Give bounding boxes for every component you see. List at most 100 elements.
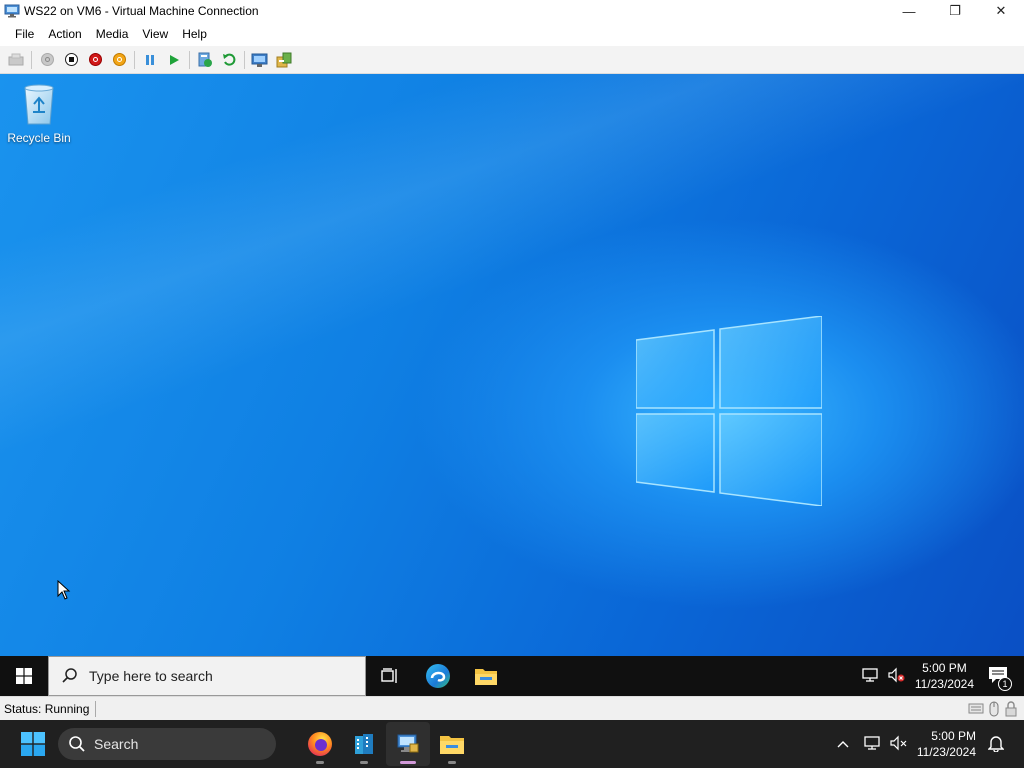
host-volume-muted-icon[interactable] [889, 735, 907, 754]
ctrl-alt-del-icon [8, 53, 24, 65]
notification-count: 1 [998, 676, 1012, 691]
menu-media[interactable]: Media [89, 22, 136, 46]
windows11-icon [21, 732, 45, 756]
host-date: 11/23/2024 [916, 745, 976, 759]
toolbar [0, 46, 1024, 74]
window-controls: — ❐ ✕ [886, 0, 1024, 22]
resume-button[interactable] [162, 49, 186, 71]
host-network-icon[interactable] [863, 735, 881, 754]
firefox-button[interactable] [298, 722, 342, 766]
menu-action[interactable]: Action [41, 22, 88, 46]
mouse-cursor-icon [57, 580, 71, 600]
network-icon[interactable] [861, 667, 879, 686]
guest-taskbar: Type here to search 5:00 PM 11/23/2024 1 [0, 656, 1024, 696]
vm-connection-taskbar-button[interactable] [386, 722, 430, 766]
host-search-label: Search [94, 736, 139, 752]
chevron-up-icon [837, 741, 849, 748]
host-system-tray: 5:00 PM 11/23/2024 [837, 720, 1024, 768]
turn-off-icon [64, 53, 78, 66]
restore-button[interactable]: ❐ [932, 0, 978, 22]
mouse-icon [989, 701, 999, 717]
keyboard-icon [968, 703, 984, 714]
vm-connection-icon [397, 734, 419, 753]
pause-icon [146, 54, 154, 65]
turn-off-button[interactable] [59, 49, 83, 71]
checkpoint-icon [198, 52, 212, 67]
enhanced-session-button[interactable] [248, 49, 272, 71]
guest-search-placeholder: Type here to search [89, 668, 213, 684]
revert-button[interactable] [217, 49, 241, 71]
running-indicator [316, 761, 324, 764]
status-icons [968, 701, 1018, 717]
pause-button[interactable] [138, 49, 162, 71]
server-manager-button[interactable] [342, 722, 386, 766]
host-file-explorer-button[interactable] [430, 722, 474, 766]
host-search-box[interactable]: Search [58, 728, 276, 760]
start-button[interactable] [35, 49, 59, 71]
window-title: WS22 on VM6 - Virtual Machine Connection [24, 4, 259, 18]
running-indicator [448, 761, 456, 764]
share-icon [276, 52, 292, 67]
guest-desktop[interactable]: Recycle Bin [0, 74, 1024, 656]
vm-connection-icon [4, 4, 20, 18]
host-notification-button[interactable] [987, 734, 1005, 755]
bell-icon [987, 735, 1005, 753]
resume-icon [170, 54, 179, 65]
enhanced-session-icon [251, 53, 268, 67]
active-indicator [400, 761, 416, 764]
checkpoint-button[interactable] [193, 49, 217, 71]
toolbar-separator [31, 50, 32, 69]
menu-help[interactable]: Help [175, 22, 214, 46]
task-view-icon [381, 668, 397, 683]
menu-view[interactable]: View [135, 22, 175, 46]
running-indicator [360, 761, 368, 764]
status-text: Status: Running [0, 700, 97, 717]
shut-down-button[interactable] [83, 49, 107, 71]
firefox-icon [308, 732, 332, 756]
guest-start-button[interactable] [0, 656, 48, 696]
menu-file[interactable]: File [8, 22, 41, 46]
revert-icon [223, 53, 236, 66]
task-view-button[interactable] [366, 656, 414, 696]
guest-time: 5:00 PM [922, 661, 967, 675]
folder-icon [440, 736, 464, 754]
save-state-icon [112, 53, 126, 66]
search-icon [62, 668, 77, 683]
host-taskbar: Search 5:00 PM 11/23/2024 [0, 720, 1024, 768]
status-bar: Status: Running [0, 696, 1024, 720]
guest-search-box[interactable]: Type here to search [48, 656, 366, 696]
volume-muted-icon[interactable] [887, 667, 905, 686]
recycle-bin-shortcut[interactable]: Recycle Bin [6, 82, 72, 145]
host-clock[interactable]: 5:00 PM 11/23/2024 [917, 728, 976, 760]
guest-edge-button[interactable] [414, 656, 462, 696]
wallpaper-light-beam [0, 74, 1024, 656]
windows-icon [16, 668, 32, 684]
notification-center-button[interactable]: 1 [988, 666, 1012, 691]
recycle-bin-label: Recycle Bin [7, 131, 71, 145]
guest-system-tray: 5:00 PM 11/23/2024 1 [861, 656, 1024, 696]
ctrl-alt-del-button[interactable] [4, 49, 28, 71]
title-bar[interactable]: WS22 on VM6 - Virtual Machine Connection… [0, 0, 1024, 22]
windows-logo-wallpaper [636, 316, 822, 506]
save-state-button[interactable] [107, 49, 131, 71]
menu-bar: File Action Media View Help [0, 22, 1024, 46]
guest-clock[interactable]: 5:00 PM 11/23/2024 [915, 660, 974, 692]
edge-icon [426, 664, 450, 688]
search-icon [69, 736, 85, 752]
close-button[interactable]: ✕ [978, 0, 1024, 22]
toolbar-separator [244, 50, 245, 69]
start-icon [40, 53, 54, 66]
host-time: 5:00 PM [931, 729, 976, 743]
host-start-button[interactable] [13, 724, 53, 764]
shut-down-icon [88, 53, 102, 66]
server-manager-icon [355, 734, 373, 754]
show-hidden-icons-button[interactable] [837, 737, 849, 751]
toolbar-separator [134, 50, 135, 69]
minimize-button[interactable]: — [886, 0, 932, 22]
recycle-bin-icon [24, 84, 54, 125]
guest-file-explorer-button[interactable] [462, 656, 510, 696]
folder-icon [475, 669, 497, 685]
toolbar-separator [189, 50, 190, 69]
share-button[interactable] [272, 49, 296, 71]
guest-date: 11/23/2024 [914, 677, 974, 691]
